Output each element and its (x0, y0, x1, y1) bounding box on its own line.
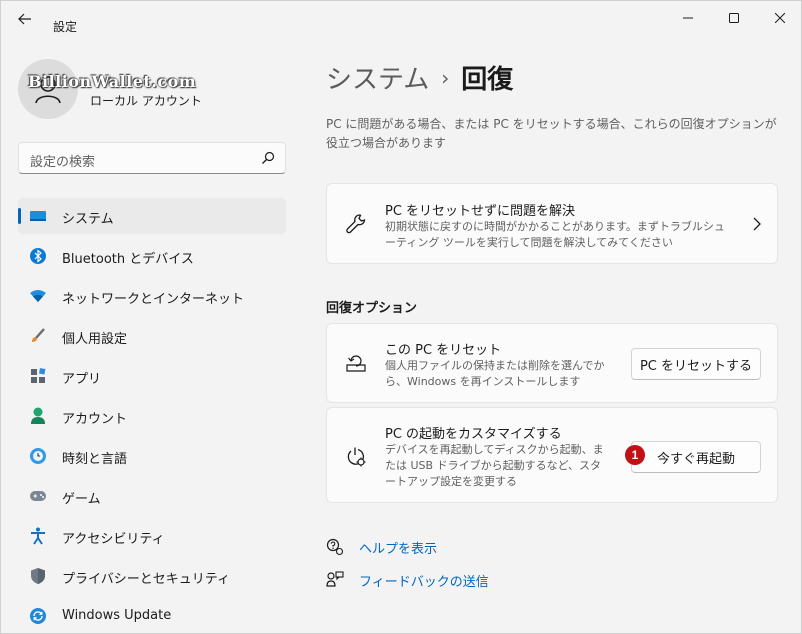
advanced-startup-card: PC の起動をカスタマイズする デバイスを再起動してディスクから起動、または U… (326, 407, 778, 503)
breadcrumb-separator: › (441, 66, 450, 90)
reset-pc-card: この PC をリセット 個人用ファイルの保持または削除を選んでから、Window… (326, 323, 778, 403)
sidebar-item-label: プライバシーとセキュリティ (62, 572, 230, 587)
sidebar-item-time-language[interactable]: 時刻と言語 (18, 438, 286, 474)
minimize-button[interactable] (665, 1, 711, 35)
wrench-icon (345, 213, 367, 235)
sidebar-item-personalization[interactable]: 個人用設定 (18, 318, 286, 354)
gamepad-icon (29, 487, 47, 505)
sidebar-item-gaming[interactable]: ゲーム (18, 478, 286, 514)
sidebar-item-label: Windows Update (62, 608, 172, 623)
advanced-startup-icon (345, 446, 367, 468)
sidebar-item-apps[interactable]: アプリ (18, 358, 286, 394)
section-heading: 回復オプション (326, 301, 418, 316)
feedback-icon (326, 571, 344, 587)
sidebar-item-privacy-security[interactable]: プライバシーとセキュリティ (18, 558, 286, 594)
breadcrumb-parent[interactable]: システム (326, 65, 429, 95)
page-description: PC に問題がある場合、または PC をリセットする場合、これらの回復オプション… (326, 117, 777, 150)
app-title: 設定 (53, 20, 78, 34)
feedback-link[interactable]: フィードバックの送信 (326, 569, 489, 591)
search-placeholder: 設定の検索 (30, 155, 96, 170)
sidebar-item-system[interactable]: システム (18, 198, 286, 234)
page-title: 回復 (461, 65, 514, 95)
back-button[interactable] (11, 9, 39, 29)
maximize-button[interactable] (711, 1, 757, 35)
account-icon (29, 407, 47, 425)
close-icon (775, 13, 785, 23)
sidebar-item-label: ネットワークとインターネット (62, 292, 245, 307)
sidebar-item-label: ゲーム (62, 492, 101, 507)
sidebar-item-network[interactable]: ネットワークとインターネット (18, 278, 286, 314)
selection-indicator (18, 208, 21, 224)
sidebar-item-accounts[interactable]: アカウント (18, 398, 286, 434)
accessibility-icon (29, 527, 47, 545)
help-link[interactable]: ヘルプを表示 (326, 536, 446, 558)
minimize-icon (683, 17, 693, 19)
bluetooth-icon (29, 247, 47, 265)
card-title: PC の起動をカスタマイズする (385, 427, 562, 442)
card-subtitle: 初期状態に戻すのに時間がかかることがあります。まずトラブルシューティング ツール… (385, 220, 725, 249)
sidebar-item-label: アカウント (62, 412, 128, 427)
watermark-logo: BillionWallet.com (28, 72, 197, 91)
sidebar-item-label: システム (62, 212, 114, 227)
sidebar-item-windows-update[interactable]: Windows Update (18, 598, 286, 634)
shield-icon (29, 567, 47, 585)
brush-icon (29, 327, 47, 345)
sidebar-item-label: アクセシビリティ (62, 532, 165, 547)
card-title: PC をリセットせずに問題を解決 (385, 204, 576, 219)
step-marker: 1 (625, 445, 645, 465)
card-title: この PC をリセット (385, 343, 502, 358)
back-arrow-icon (18, 13, 31, 25)
help-link-label: ヘルプを表示 (359, 542, 438, 557)
network-icon (29, 287, 47, 305)
search-input[interactable]: 設定の検索 (18, 142, 286, 174)
sidebar-item-label: アプリ (62, 372, 102, 387)
reset-pc-button[interactable]: PC をリセットする (631, 348, 761, 380)
help-icon (326, 538, 344, 556)
close-button[interactable] (757, 1, 802, 35)
feedback-link-label: フィードバックの送信 (359, 575, 489, 590)
troubleshoot-card[interactable]: PC をリセットせずに問題を解決 初期状態に戻すのに時間がかかることがあります。… (326, 183, 778, 264)
sidebar-item-accessibility[interactable]: アクセシビリティ (18, 518, 286, 554)
card-subtitle: 個人用ファイルの保持または削除を選んでから、Windows を再インストールしま… (385, 359, 605, 388)
restart-now-button[interactable]: 今すぐ再起動 (631, 441, 761, 473)
sidebar-item-bluetooth[interactable]: Bluetooth とデバイス (18, 238, 286, 274)
sidebar-item-label: 個人用設定 (62, 332, 128, 347)
reset-pc-icon (345, 352, 367, 374)
search-icon (262, 151, 275, 164)
account-type: ローカル アカウント (90, 94, 202, 108)
maximize-icon (729, 13, 739, 23)
sidebar-item-label: Bluetooth とデバイス (62, 252, 194, 267)
title-bar: 設定 (1, 1, 801, 37)
breadcrumb: システム › 回復 (326, 59, 513, 96)
sidebar-item-label: 時刻と言語 (62, 452, 128, 467)
apps-icon (29, 367, 47, 385)
update-icon (29, 607, 47, 625)
clock-globe-icon (29, 447, 47, 465)
card-subtitle: デバイスを再起動してディスクから起動、または USB ドライブから起動するなど、… (385, 443, 604, 488)
settings-window: 設定 BillionWallet.com ローカル アカウント 設定の検索 シス… (0, 0, 802, 634)
system-icon (29, 207, 47, 225)
chevron-right-icon (753, 217, 761, 231)
